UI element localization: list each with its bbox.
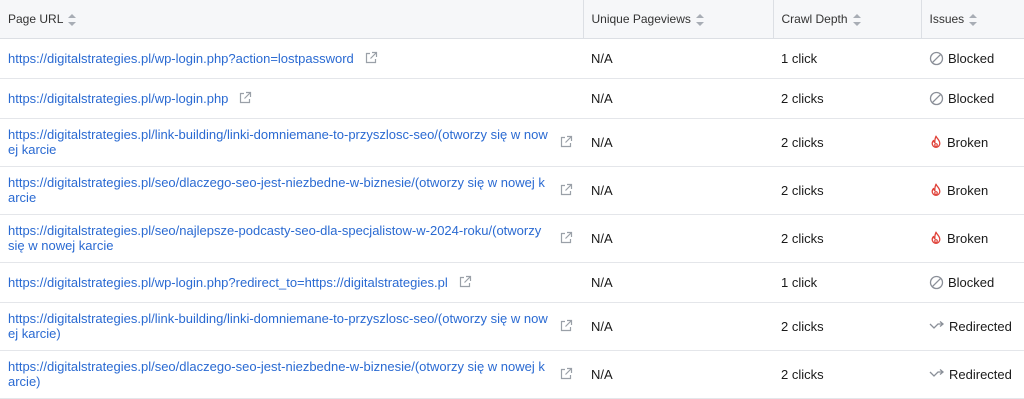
sort-icon[interactable] <box>695 13 704 26</box>
crawl-depth-cell: 2 clicks <box>773 214 921 263</box>
url-cell: https://digitalstrategies.pl/wp-login.ph… <box>0 78 583 119</box>
issue-label: Broken <box>947 230 989 246</box>
unique-pageviews-cell: N/A <box>583 350 773 399</box>
url-cell: https://digitalstrategies.pl/seo/dlaczeg… <box>0 166 583 215</box>
unique-pageviews-cell: N/A <box>583 214 773 263</box>
external-link-icon[interactable] <box>364 51 378 65</box>
external-link-icon[interactable] <box>559 231 573 245</box>
table-body: https://digitalstrategies.pl/wp-login.ph… <box>0 38 1024 399</box>
page-url-link[interactable]: https://digitalstrategies.pl/wp-login.ph… <box>8 91 228 106</box>
issue-label: Blocked <box>948 274 995 290</box>
table-row: https://digitalstrategies.pl/link-buildi… <box>0 302 1024 351</box>
table-row: https://digitalstrategies.pl/wp-login.ph… <box>0 262 1024 303</box>
issue-cell: Redirected <box>921 302 1024 351</box>
table-row: https://digitalstrategies.pl/seo/dlaczeg… <box>0 350 1024 399</box>
external-link-icon[interactable] <box>559 183 573 197</box>
page-url-link[interactable]: https://digitalstrategies.pl/seo/najleps… <box>8 223 549 253</box>
table-row: https://digitalstrategies.pl/link-buildi… <box>0 118 1024 167</box>
crawl-depth-cell: 2 clicks <box>773 118 921 167</box>
pages-table: Page URL Unique Pageviews Crawl Depth Is… <box>0 0 1024 399</box>
issue-label: Blocked <box>948 50 995 66</box>
redirect-arrow-icon <box>929 368 949 380</box>
page-url-link[interactable]: https://digitalstrategies.pl/link-buildi… <box>8 311 549 341</box>
unique-pageviews-cell: N/A <box>583 262 773 303</box>
url-cell: https://digitalstrategies.pl/link-buildi… <box>0 118 583 167</box>
external-link-icon[interactable] <box>559 367 573 381</box>
column-header-crawl-depth[interactable]: Crawl Depth <box>772 0 921 39</box>
table-row: https://digitalstrategies.pl/seo/dlaczeg… <box>0 166 1024 215</box>
external-link-icon[interactable] <box>238 91 252 105</box>
url-cell: https://digitalstrategies.pl/seo/dlaczeg… <box>0 350 583 399</box>
blocked-icon <box>929 275 948 290</box>
redirect-arrow-icon <box>929 320 949 332</box>
external-link-icon[interactable] <box>458 275 472 289</box>
table-row: https://digitalstrategies.pl/seo/najleps… <box>0 214 1024 263</box>
issue-label: Redirected <box>949 318 1012 334</box>
issue-cell: Broken <box>921 214 1024 263</box>
broken-flame-icon <box>929 231 947 246</box>
unique-pageviews-cell: N/A <box>583 118 773 167</box>
column-header-page-url[interactable]: Page URL <box>0 0 583 39</box>
crawl-depth-cell: 2 clicks <box>773 302 921 351</box>
broken-flame-icon <box>929 135 947 150</box>
issue-cell: Redirected <box>921 350 1024 399</box>
page-url-link[interactable]: https://digitalstrategies.pl/wp-login.ph… <box>8 51 354 66</box>
url-cell: https://digitalstrategies.pl/wp-login.ph… <box>0 38 583 79</box>
crawl-depth-cell: 1 click <box>773 38 921 79</box>
unique-pageviews-cell: N/A <box>583 166 773 215</box>
external-link-icon[interactable] <box>559 319 573 333</box>
url-cell: https://digitalstrategies.pl/wp-login.ph… <box>0 262 583 303</box>
url-cell: https://digitalstrategies.pl/seo/najleps… <box>0 214 583 263</box>
unique-pageviews-cell: N/A <box>583 38 773 79</box>
sort-icon[interactable] <box>969 13 978 26</box>
issue-cell: Broken <box>921 166 1024 215</box>
crawl-depth-cell: 2 clicks <box>773 166 921 215</box>
sort-icon[interactable] <box>852 13 861 26</box>
broken-flame-icon <box>929 183 947 198</box>
issue-cell: Blocked <box>921 38 1024 79</box>
crawl-depth-cell: 2 clicks <box>773 78 921 119</box>
issue-cell: Blocked <box>921 262 1024 303</box>
issue-label: Broken <box>947 134 989 150</box>
table-header: Page URL Unique Pageviews Crawl Depth Is… <box>0 0 1024 39</box>
external-link-icon[interactable] <box>559 135 573 149</box>
crawl-depth-cell: 1 click <box>773 262 921 303</box>
sort-icon[interactable] <box>68 13 77 26</box>
issue-label: Redirected <box>949 366 1012 382</box>
issue-cell: Blocked <box>921 78 1024 119</box>
page-url-link[interactable]: https://digitalstrategies.pl/seo/dlaczeg… <box>8 359 549 389</box>
column-header-issues[interactable]: Issues <box>920 0 1024 39</box>
blocked-icon <box>929 91 948 106</box>
table-row: https://digitalstrategies.pl/wp-login.ph… <box>0 38 1024 79</box>
issue-cell: Broken <box>921 118 1024 167</box>
unique-pageviews-cell: N/A <box>583 78 773 119</box>
blocked-icon <box>929 51 948 66</box>
column-header-unique-pageviews[interactable]: Unique Pageviews <box>582 0 773 39</box>
crawl-depth-cell: 2 clicks <box>773 350 921 399</box>
url-cell: https://digitalstrategies.pl/link-buildi… <box>0 302 583 351</box>
page-url-link[interactable]: https://digitalstrategies.pl/wp-login.ph… <box>8 275 448 290</box>
issue-label: Blocked <box>948 90 995 106</box>
page-url-link[interactable]: https://digitalstrategies.pl/link-buildi… <box>8 127 549 157</box>
table-row: https://digitalstrategies.pl/wp-login.ph… <box>0 78 1024 119</box>
issue-label: Broken <box>947 182 989 198</box>
page-url-link[interactable]: https://digitalstrategies.pl/seo/dlaczeg… <box>8 175 549 205</box>
unique-pageviews-cell: N/A <box>583 302 773 351</box>
